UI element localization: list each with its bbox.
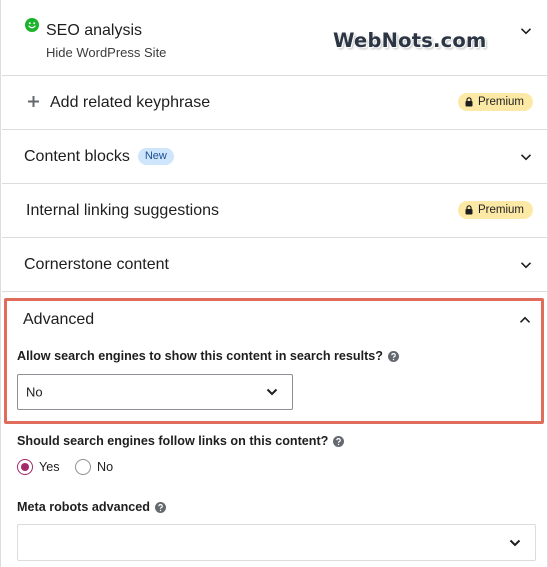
new-badge: New xyxy=(137,148,174,165)
premium-badge-label: Premium xyxy=(477,96,524,108)
chevron-down-icon xyxy=(508,536,522,550)
cornerstone-content-title: Cornerstone content xyxy=(24,256,169,273)
internal-linking-title: Internal linking suggestions xyxy=(26,202,220,219)
chevron-down-icon[interactable] xyxy=(519,24,533,38)
follow-links-label: Should search engines follow links on th… xyxy=(17,434,345,448)
question-circle-icon[interactable] xyxy=(333,435,345,447)
radio-dot-selected[interactable] xyxy=(17,459,33,475)
highlight-frame xyxy=(4,298,544,424)
watermark-logo: WebNots.com xyxy=(333,29,487,52)
lock-icon xyxy=(465,205,473,215)
meta-robots-select[interactable] xyxy=(17,524,536,561)
question-circle-icon[interactable] xyxy=(154,501,166,513)
premium-badge: Premium xyxy=(457,93,533,111)
seo-analysis-title: SEO analysis xyxy=(46,22,143,39)
internal-linking-panel[interactable]: Internal linking suggestions Premium xyxy=(2,184,548,238)
radio-dot[interactable] xyxy=(75,459,91,475)
chevron-down-icon[interactable] xyxy=(519,150,533,164)
follow-links-yes-radio[interactable]: Yes xyxy=(17,459,60,475)
plus-icon xyxy=(27,95,40,113)
content-blocks-label: Content blocks xyxy=(24,148,130,165)
yoast-sidebar-panel: SEO analysis Hide WordPress Site WebNots… xyxy=(0,0,548,567)
lock-icon xyxy=(465,97,473,107)
meta-robots-label-text: Meta robots advanced xyxy=(17,500,150,514)
follow-links-label-text: Should search engines follow links on th… xyxy=(17,434,329,448)
follow-links-yes-label: Yes xyxy=(39,460,60,474)
follow-links-no-radio[interactable]: No xyxy=(75,459,113,475)
content-blocks-panel[interactable]: Content blocks New xyxy=(2,130,548,184)
chevron-down-icon[interactable] xyxy=(519,258,533,272)
cornerstone-content-panel[interactable]: Cornerstone content xyxy=(2,238,548,292)
premium-badge-label: Premium xyxy=(477,204,524,216)
content-blocks-title: Content blocks New xyxy=(24,148,174,166)
add-related-keyphrase-panel[interactable]: Add related keyphrase Premium xyxy=(2,76,548,130)
follow-links-no-label: No xyxy=(97,460,114,474)
meta-robots-label: Meta robots advanced xyxy=(17,500,166,514)
seo-analysis-subtitle: Hide WordPress Site xyxy=(46,45,167,60)
add-related-keyphrase-title: Add related keyphrase xyxy=(50,94,211,111)
smiley-icon xyxy=(25,18,39,32)
premium-badge: Premium xyxy=(457,201,533,219)
